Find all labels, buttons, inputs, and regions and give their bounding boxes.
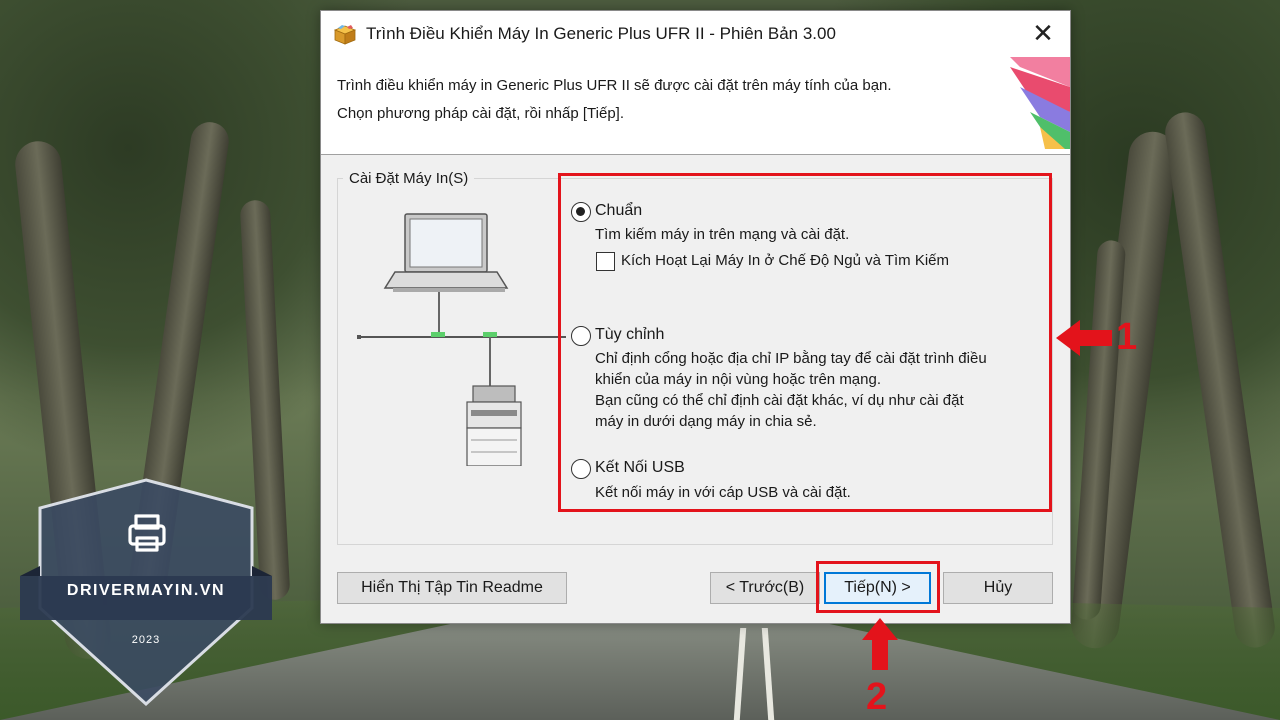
close-icon: ✕ xyxy=(1032,19,1054,49)
brand-graphic-icon xyxy=(1010,57,1070,149)
header-panel: Trình điều khiển máy in Generic Plus UFR… xyxy=(321,57,1070,155)
instruction-line-1: Trình điều khiển máy in Generic Plus UFR… xyxy=(337,77,892,94)
network-diagram-icon xyxy=(357,213,566,466)
close-button[interactable]: ✕ xyxy=(1016,11,1070,57)
back-button[interactable]: < Trước(B) xyxy=(710,572,820,604)
show-readme-button[interactable]: Hiển Thị Tập Tin Readme xyxy=(337,572,567,604)
annotation-marker-1: 1 xyxy=(1116,316,1138,358)
arrow-left-icon xyxy=(1056,320,1112,356)
annotation-marker-2: 2 xyxy=(866,676,888,718)
window-title: Trình Điều Khiển Máy In Generic Plus UFR… xyxy=(366,24,836,43)
instruction-line-2: Chọn phương pháp cài đặt, rồi nhấp [Tiếp… xyxy=(337,105,625,122)
cancel-button[interactable]: Hủy xyxy=(943,572,1053,604)
group-title: Cài Đặt Máy In(S) xyxy=(343,170,475,187)
badge-site-name: DRIVERMAYIN.VN xyxy=(66,582,226,599)
package-icon xyxy=(333,25,357,45)
options-highlight-box xyxy=(558,173,1052,512)
badge-year: 2023 xyxy=(131,634,161,646)
title-bar: Trình Điều Khiển Máy In Generic Plus UFR… xyxy=(321,11,1070,57)
arrow-up-icon xyxy=(862,618,898,670)
next-button-highlight-box xyxy=(816,561,940,613)
